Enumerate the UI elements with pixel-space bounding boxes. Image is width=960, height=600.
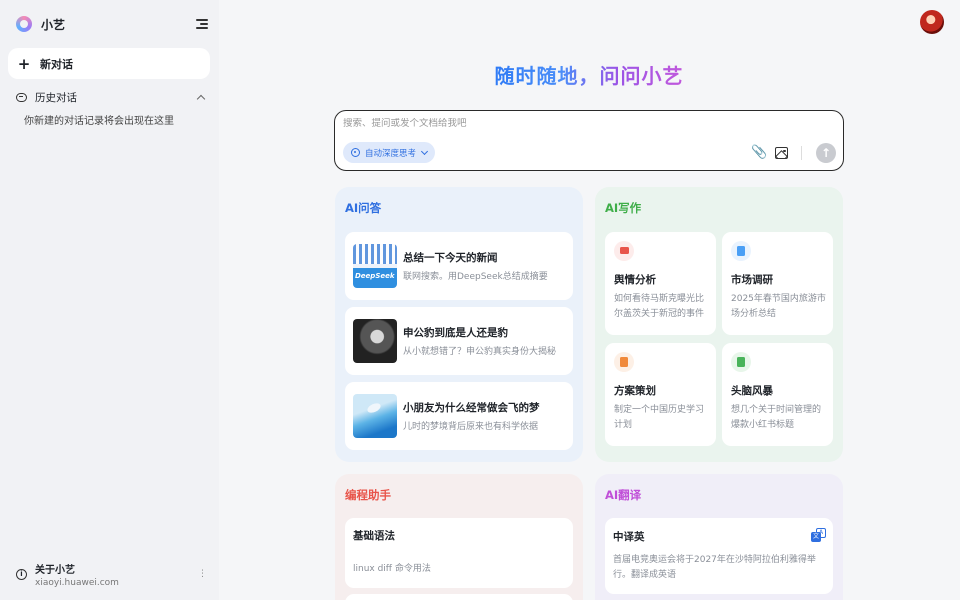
new-chat-button[interactable]: + 新对话 bbox=[8, 48, 210, 79]
qa-suggestion[interactable]: 申公豹到底是人还是豹 从小就想错了？申公豹真实身份大揭秘 bbox=[345, 307, 573, 375]
plus-icon: + bbox=[17, 54, 31, 73]
writing-suggestion[interactable]: 头脑风暴 想几个关于时间管理的爆款小红书标题 bbox=[722, 343, 833, 446]
about-title: 关于小艺 bbox=[35, 564, 75, 576]
news-thumbnail: DeepSeek bbox=[353, 244, 397, 288]
card-ai-translate: AI翻译 中译英 A文 首届电竞奥运会将于2027年在沙特阿拉伯利雅得举行。翻译… bbox=[595, 474, 843, 600]
collapse-sidebar-icon[interactable] bbox=[194, 18, 208, 30]
divider bbox=[801, 146, 802, 160]
document-icon bbox=[614, 352, 634, 372]
suggestion-title: 申公豹到底是人还是豹 bbox=[403, 327, 508, 339]
writing-suggestion[interactable]: 市场调研 2025年春节国内旅游市场分析总结 bbox=[722, 232, 833, 335]
deep-think-icon bbox=[351, 148, 360, 157]
card-title: 编程助手 bbox=[345, 488, 391, 502]
suggestion-title: 头脑风暴 bbox=[731, 385, 773, 397]
suggestion-subtitle: linux diff 命令用法 bbox=[353, 564, 431, 574]
suggestion-subtitle: 制定一个中国历史学习计划 bbox=[614, 405, 705, 430]
chat-input-box: 自动深度思考 📎 ↑ bbox=[334, 110, 844, 171]
chevron-up-icon bbox=[196, 94, 206, 103]
suggestion-title: 方案策划 bbox=[614, 385, 656, 397]
about-xiaoyi[interactable]: i 关于小艺 xiaoyi.huawei.com ⋮ bbox=[16, 560, 207, 588]
document-icon bbox=[731, 241, 751, 261]
card-title: AI问答 bbox=[345, 201, 382, 215]
image-upload-icon[interactable] bbox=[775, 147, 788, 159]
suggestion-subtitle: 联网搜索。用DeepSeek总结成摘要 bbox=[403, 272, 548, 282]
translate-suggestion[interactable]: 中译英 A文 首届电竞奥运会将于2027年在沙特阿拉伯利雅得举行。翻译成英语 bbox=[605, 518, 833, 594]
new-chat-label: 新对话 bbox=[40, 57, 73, 71]
think-mode-label: 自动深度思考 bbox=[365, 148, 417, 159]
card-title: AI翻译 bbox=[605, 488, 642, 502]
suggestion-title: 基础语法 bbox=[353, 530, 395, 542]
suggestion-title: 小朋友为什么经常做会飞的梦 bbox=[403, 402, 540, 414]
suggestion-title: 市场调研 bbox=[731, 274, 773, 286]
document-icon bbox=[731, 352, 751, 372]
suggestion-title: 舆情分析 bbox=[614, 274, 656, 286]
sidebar-header: 小艺 bbox=[16, 14, 208, 34]
paperclip-icon[interactable]: 📎 bbox=[751, 146, 767, 160]
user-avatar[interactable] bbox=[920, 10, 944, 34]
info-icon: i bbox=[16, 568, 27, 580]
leopard-thumbnail bbox=[353, 319, 397, 363]
xiaoyi-logo-icon bbox=[16, 16, 32, 32]
suggestion-subtitle: 儿时的梦境背后原来也有科学依据 bbox=[403, 422, 539, 432]
suggestion-subtitle: 如何看待马斯克曝光比尔盖茨关于新冠的事件 bbox=[614, 294, 705, 319]
history-toggle[interactable]: 历史对话 bbox=[16, 89, 206, 105]
translate-icon: A文 bbox=[811, 528, 826, 543]
history-label: 历史对话 bbox=[35, 91, 77, 104]
writing-suggestion[interactable]: 舆情分析 如何看待马斯克曝光比尔盖茨关于新冠的事件 bbox=[605, 232, 716, 335]
card-ai-qa: AI问答 DeepSeek 总结一下今天的新闻 联网搜索。用DeepSeek总结… bbox=[335, 187, 583, 462]
chat-bubble-icon bbox=[16, 92, 27, 102]
more-vertical-icon[interactable]: ⋮ bbox=[198, 569, 207, 579]
suggestion-title: 总结一下今天的新闻 bbox=[403, 252, 498, 264]
card-coding-assistant: 编程助手 基础语法 linux diff 命令用法 bbox=[335, 474, 583, 600]
card-ai-writing: AI写作 舆情分析 如何看待马斯克曝光比尔盖茨关于新冠的事件 市场调研 2025… bbox=[595, 187, 843, 462]
app-name: 小艺 bbox=[41, 17, 66, 32]
suggestion-subtitle: 首届电竞奥运会将于2027年在沙特阿拉伯利雅得举行。翻译成英语 bbox=[613, 555, 816, 580]
chat-input[interactable] bbox=[343, 118, 833, 129]
card-title: AI写作 bbox=[605, 201, 642, 215]
suggestion-title: 中译英 bbox=[613, 531, 645, 543]
suggestion-subtitle: 2025年春节国内旅游市场分析总结 bbox=[731, 294, 826, 319]
suggestion-subtitle: 从小就想错了？申公豹真实身份大揭秘 bbox=[403, 347, 557, 357]
page-title: 随时随地，问问小艺 bbox=[494, 64, 684, 88]
chat-report-icon bbox=[614, 241, 634, 261]
dream-thumbnail bbox=[353, 394, 397, 438]
qa-suggestion[interactable]: DeepSeek 总结一下今天的新闻 联网搜索。用DeepSeek总结成摘要 bbox=[345, 232, 573, 300]
coding-suggestion[interactable] bbox=[345, 594, 573, 600]
qa-suggestion[interactable]: 小朋友为什么经常做会飞的梦 儿时的梦境背后原来也有科学依据 bbox=[345, 382, 573, 450]
suggestion-subtitle: 想几个关于时间管理的爆款小红书标题 bbox=[731, 405, 822, 430]
think-mode-selector[interactable]: 自动深度思考 bbox=[343, 142, 436, 163]
chevron-down-icon bbox=[420, 147, 429, 155]
send-button[interactable]: ↑ bbox=[816, 143, 836, 163]
coding-suggestion[interactable]: 基础语法 linux diff 命令用法 bbox=[345, 518, 573, 588]
sidebar: 小艺 + 新对话 历史对话 你新建的对话记录将会出现在这里 i 关于小艺 xia… bbox=[0, 0, 219, 600]
writing-suggestion[interactable]: 方案策划 制定一个中国历史学习计划 bbox=[605, 343, 716, 446]
history-empty-text: 你新建的对话记录将会出现在这里 bbox=[24, 116, 174, 127]
about-url: xiaoyi.huawei.com bbox=[35, 577, 119, 588]
